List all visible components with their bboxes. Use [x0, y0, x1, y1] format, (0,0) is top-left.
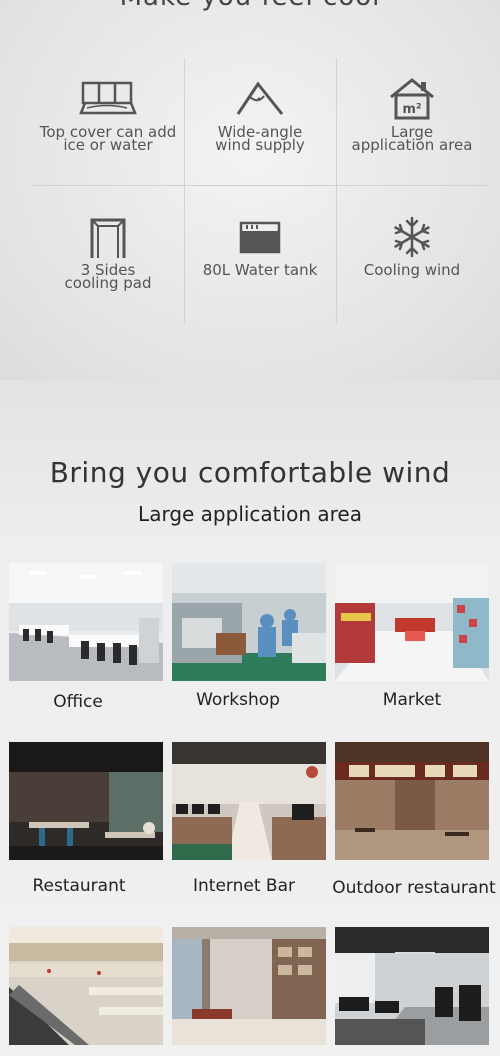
feature-label: 80L Water tank [202, 261, 318, 279]
ice-box-icon [32, 78, 184, 120]
office-photo [9, 563, 163, 681]
cooling-pad-icon [32, 216, 184, 258]
house-area-icon: m² [336, 78, 488, 120]
caption-internet-bar: Internet Bar [193, 876, 295, 896]
feature-label: Wide-angle wind supply [215, 123, 305, 154]
feature-label: Cooling wind [363, 261, 461, 279]
features-heading: Make you feel cool [0, 0, 500, 12]
internet-bar-photo [172, 742, 326, 860]
feature-cooling-pad: 3 Sides cooling pad [32, 196, 184, 326]
caption-market: Market [382, 690, 442, 710]
applications-section: Bring you comfortable wind Large applica… [0, 380, 500, 1056]
feature-cooling-wind: Cooling wind [336, 196, 488, 326]
caption-restaurant: Restaurant [32, 876, 126, 896]
feature-ice-water: Top cover can add ice or water [32, 58, 184, 188]
snowflake-icon [336, 216, 488, 258]
section-title: Bring you comfortable wind [49, 456, 451, 489]
lobby-photo [172, 927, 326, 1045]
market-photo [335, 563, 489, 681]
feature-label: Large application area [351, 123, 473, 154]
gym-photo [335, 927, 489, 1045]
feature-label: Top cover can add ice or water [39, 123, 177, 154]
mall-photo [9, 927, 163, 1045]
feature-grid: Top cover can add ice or water Wide-angl… [32, 58, 488, 323]
caption-office: Office [53, 692, 103, 712]
restaurant-photo [9, 742, 163, 860]
feature-water-tank: 80L Water tank [184, 196, 336, 326]
feature-wide-angle: Wide-angle wind supply [184, 58, 336, 188]
svg-text:m²: m² [402, 102, 421, 117]
wide-angle-icon [184, 78, 336, 120]
section-subtitle: Large application area [138, 502, 362, 526]
feature-large-area: m² Large application area [336, 58, 488, 188]
feature-label: 3 Sides cooling pad [64, 261, 152, 292]
water-tank-icon [184, 216, 336, 258]
caption-outdoor-restaurant: Outdoor restaurant [332, 878, 496, 898]
outdoor-restaurant-photo [335, 742, 489, 860]
workshop-photo [172, 563, 326, 681]
caption-workshop: Workshop [196, 690, 280, 710]
features-section: Make you feel cool Top cover can add ice… [0, 0, 500, 380]
